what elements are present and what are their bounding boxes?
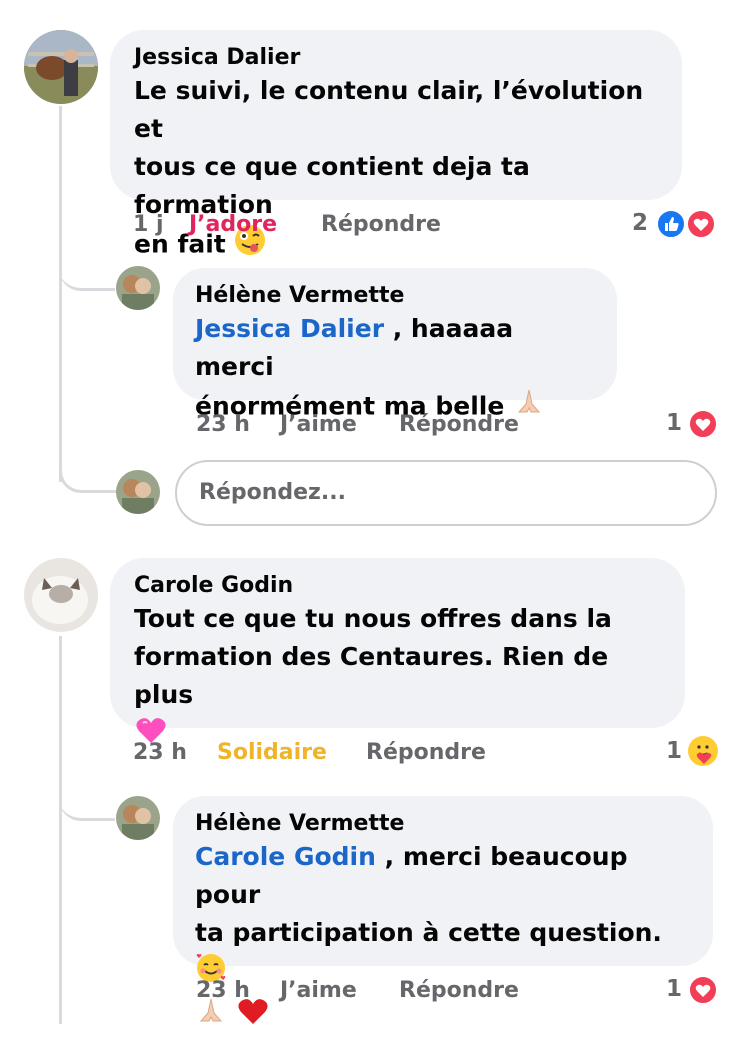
- reaction-count[interactable]: 1: [666, 976, 682, 1002]
- reaction-count[interactable]: 1: [666, 410, 682, 436]
- avatar[interactable]: [24, 30, 98, 104]
- mention-link[interactable]: Carole Godin: [195, 842, 376, 871]
- like-button[interactable]: J’aime: [280, 412, 357, 437]
- reply-meta: 23 h J’aime Répondre: [196, 978, 536, 1008]
- reply-line-text: ta participation à cette question.: [195, 918, 662, 947]
- care-icon[interactable]: [688, 736, 718, 766]
- comment-line: formation des Centaures. Rien de plus: [134, 642, 609, 709]
- reply-input-placeholder: Répondez...: [199, 480, 346, 505]
- reaction-label-button[interactable]: J’adore: [189, 212, 277, 237]
- mention-link[interactable]: Jessica Dalier: [195, 314, 384, 343]
- reply-line: Jessica Dalier , haaaaa merci: [195, 310, 595, 386]
- thread-line: [59, 636, 62, 1024]
- comment-meta: 23 h Solidaire Répondre: [133, 740, 503, 770]
- reaction-label-button[interactable]: Solidaire: [217, 740, 327, 765]
- thread-elbow: [59, 450, 118, 493]
- reply-time[interactable]: 23 h: [196, 978, 250, 1003]
- reply-button[interactable]: Répondre: [366, 740, 486, 765]
- reply-button[interactable]: Répondre: [321, 212, 441, 237]
- comment-bubble[interactable]: Jessica Dalier Le suivi, le contenu clai…: [110, 30, 682, 259]
- reply-input[interactable]: Répondez...: [175, 460, 717, 526]
- comment-line: Le suivi, le contenu clair, l’évolution …: [134, 76, 644, 143]
- reply-author[interactable]: Hélène Vermette: [195, 810, 691, 838]
- comment-text: Tout ce que tu nous offres dans la forma…: [134, 600, 661, 757]
- like-button[interactable]: J’aime: [280, 978, 357, 1003]
- reply-bubble[interactable]: Hélène Vermette Carole Godin , merci bea…: [173, 796, 713, 1024]
- comment-bubble[interactable]: Carole Godin Tout ce que tu nous offres …: [110, 558, 685, 743]
- avatar[interactable]: [116, 796, 160, 840]
- reply-text: Carole Godin , merci beaucoup pour ta pa…: [195, 838, 691, 1038]
- thread-elbow: [59, 250, 115, 291]
- reply-author[interactable]: Hélène Vermette: [195, 282, 595, 310]
- avatar[interactable]: [116, 266, 160, 310]
- thread-elbow: [59, 780, 115, 821]
- comment-time[interactable]: 1 j: [133, 212, 164, 237]
- reply-line: Carole Godin , merci beaucoup pour: [195, 838, 691, 914]
- reply-meta: 23 h J’aime Répondre: [196, 412, 536, 442]
- avatar[interactable]: [24, 558, 98, 632]
- reaction-count[interactable]: 2: [632, 210, 648, 236]
- reply-button[interactable]: Répondre: [399, 978, 519, 1003]
- thread-line: [59, 106, 62, 482]
- comment-meta: 1 j J’adore Répondre: [133, 212, 463, 242]
- avatar[interactable]: [116, 470, 160, 514]
- reaction-count[interactable]: 1: [666, 738, 682, 764]
- comment-time[interactable]: 23 h: [133, 740, 187, 765]
- comment-line: Tout ce que tu nous offres dans la: [134, 604, 612, 633]
- love-icon[interactable]: [688, 975, 718, 1005]
- comment-author[interactable]: Carole Godin: [134, 572, 661, 600]
- like-icon[interactable]: [656, 209, 686, 239]
- comment-author[interactable]: Jessica Dalier: [134, 44, 658, 72]
- reply-time[interactable]: 23 h: [196, 412, 250, 437]
- reply-button[interactable]: Répondre: [399, 412, 519, 437]
- reply-bubble[interactable]: Hélène Vermette Jessica Dalier , haaaaa …: [173, 268, 617, 421]
- love-icon[interactable]: [686, 209, 716, 239]
- love-icon[interactable]: [688, 409, 718, 439]
